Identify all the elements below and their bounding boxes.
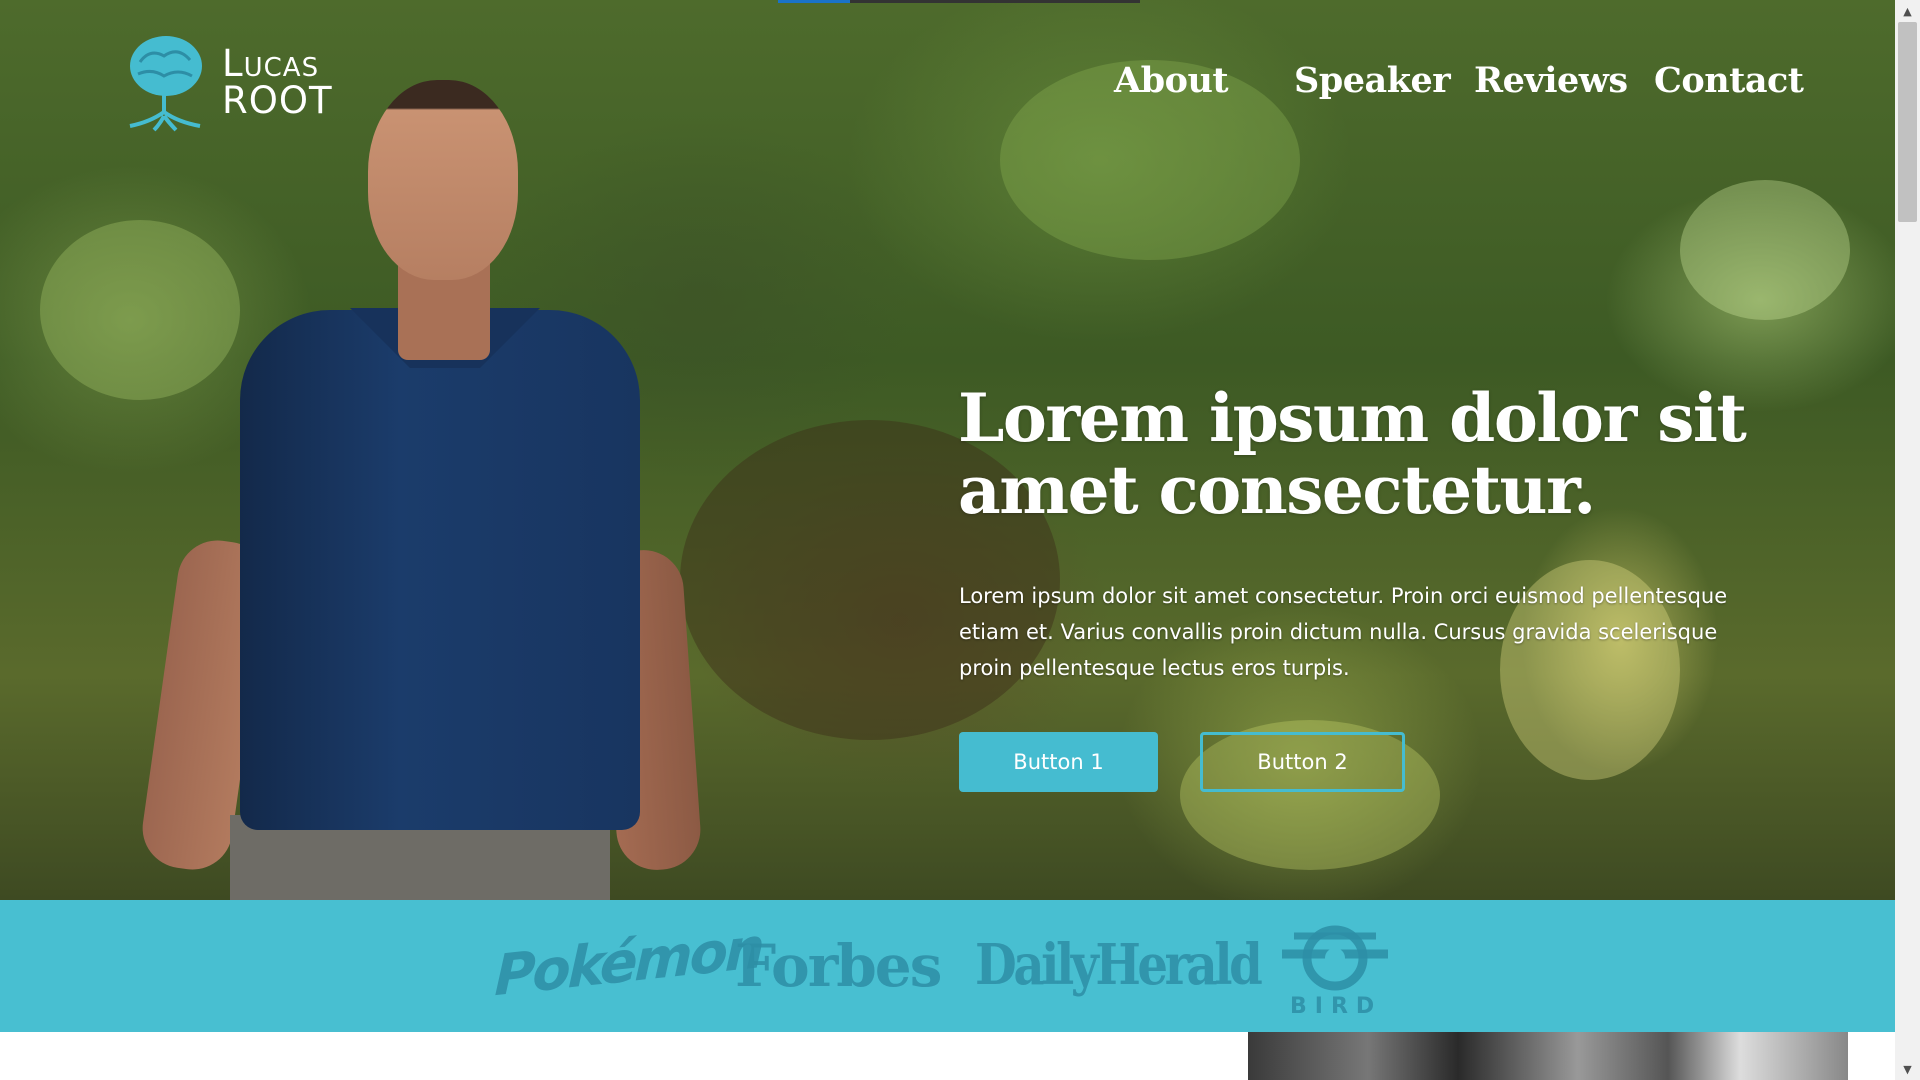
loading-bar-fill bbox=[778, 0, 851, 3]
nav-about[interactable]: About bbox=[1114, 60, 1229, 101]
bird-logo-text: BIRD bbox=[1290, 994, 1383, 1019]
person-head bbox=[368, 80, 518, 280]
pokemon-logo: Pokémon bbox=[493, 915, 763, 1010]
hero-title: Lorem ipsum dolor sit amet consectetur. bbox=[958, 379, 1747, 529]
brand-name-line2: Root bbox=[222, 79, 333, 122]
page-loading-bar bbox=[778, 0, 1140, 3]
nav-reviews[interactable]: Reviews bbox=[1474, 60, 1628, 101]
daily-herald-logo: DailyHerald bbox=[975, 932, 1263, 998]
press-logo-strip: Pokémon Forbes DailyHerald BIRD bbox=[0, 900, 1895, 1032]
nav-speaker[interactable]: Speaker bbox=[1294, 60, 1451, 101]
nav-contact[interactable]: Contact bbox=[1654, 60, 1804, 101]
next-section-photo bbox=[1248, 1032, 1848, 1080]
tree-brain-icon bbox=[129, 36, 202, 132]
primary-button[interactable]: Button 1 bbox=[959, 732, 1158, 792]
brand-logo[interactable]: Lucas Root bbox=[120, 32, 333, 132]
secondary-button[interactable]: Button 2 bbox=[1200, 732, 1405, 792]
page-scrollbar[interactable]: ▲ ▼ bbox=[1895, 0, 1920, 1080]
brand-name-line1: Lucas bbox=[222, 42, 320, 85]
scroll-up-arrow-icon[interactable]: ▲ bbox=[1895, 0, 1920, 22]
forbes-logo: Forbes bbox=[735, 932, 942, 1000]
scroll-down-arrow-icon[interactable]: ▼ bbox=[1895, 1058, 1920, 1080]
hero-person-photo bbox=[137, 70, 710, 900]
brand-name: Lucas Root bbox=[222, 45, 333, 119]
foliage-highlight bbox=[1680, 180, 1850, 320]
scrollbar-thumb[interactable] bbox=[1898, 22, 1917, 222]
hero-description: Lorem ipsum dolor sit amet consectetur. … bbox=[959, 584, 1728, 680]
